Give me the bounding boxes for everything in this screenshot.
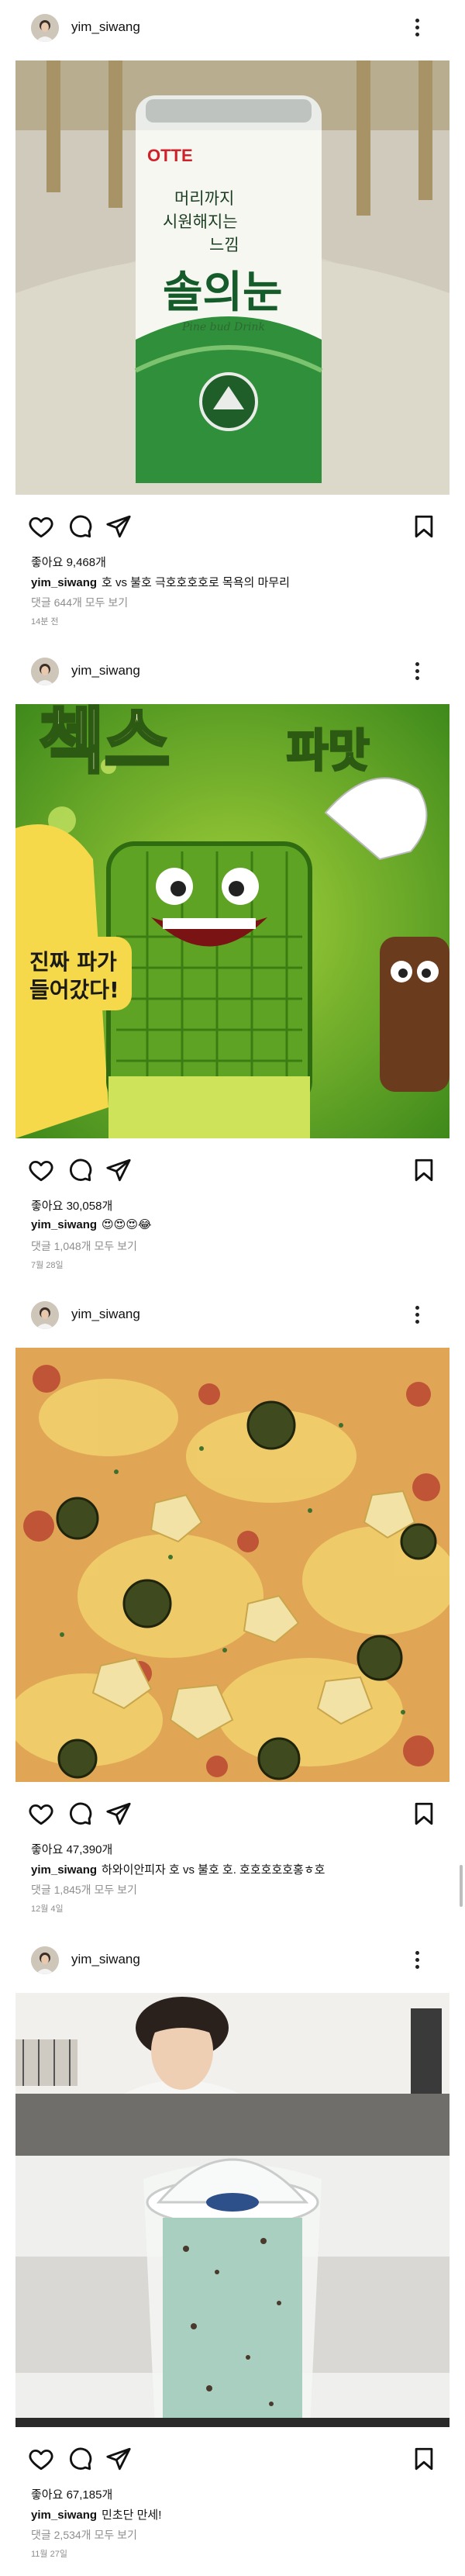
product-subtitle: Pine bud Drink <box>181 321 265 333</box>
action-bar <box>0 2446 465 2480</box>
action-bar <box>0 1157 465 1191</box>
post-image[interactable] <box>16 1348 450 1782</box>
post-1: yim_siwang OTTE 머리까지 시원해지는 느낌 솔의눈 Pine b… <box>0 0 465 651</box>
comment-icon[interactable] <box>67 1801 95 1828</box>
caption-text: 😍😍😍😂 <box>102 1218 152 1231</box>
bookmark-icon[interactable] <box>411 1157 439 1185</box>
username[interactable]: yim_siwang <box>71 1952 140 1967</box>
post-image[interactable]: OTTE 머리까지 시원해지는 느낌 솔의눈 Pine bud Drink <box>16 60 450 495</box>
like-count[interactable]: 좋아요 47,390개 <box>31 1841 112 1857</box>
caption: yim_siwang 하와이안피자 호 vs 불호 호. 호호호호호홍ㅎ호 <box>31 1861 325 1877</box>
cereal-title: 첵스 <box>39 704 170 783</box>
view-comments-link[interactable]: 댓글 1,048개 모두 보기 <box>31 1238 137 1254</box>
caption: yim_siwang 민초단 만세! <box>31 2506 161 2522</box>
username[interactable]: yim_siwang <box>71 663 140 679</box>
bookmark-icon[interactable] <box>411 2446 439 2474</box>
like-count[interactable]: 좋아요 30,058개 <box>31 1197 112 1214</box>
svg-text:시원해지는: 시원해지는 <box>163 212 238 231</box>
post-header: yim_siwang <box>0 644 465 698</box>
post-date: 11월 27일 <box>31 2550 67 2559</box>
post-date: 7월 28일 <box>31 1261 64 1270</box>
heart-icon[interactable] <box>28 2446 56 2474</box>
heart-icon[interactable] <box>28 1157 56 1185</box>
brand-label: OTTE <box>147 146 193 165</box>
post-header: yim_siwang <box>0 1932 465 1987</box>
svg-text:들어갔다!: 들어갔다! <box>29 977 119 1003</box>
share-icon[interactable] <box>105 1157 133 1185</box>
action-bar <box>0 513 465 547</box>
share-icon[interactable] <box>105 1801 133 1828</box>
post-4: yim_siwang 좋아요 67,185개 yim_siwang 민초단 만세… <box>0 1932 465 2576</box>
comment-icon[interactable] <box>67 1157 95 1185</box>
comment-icon[interactable] <box>67 2446 95 2474</box>
caption-text: 민초단 만세! <box>102 2509 162 2522</box>
svg-text:머리까지: 머리까지 <box>174 189 234 208</box>
post-3: yim_siwang 좋아요 47,390개 yim_siwang 하와이안피자… <box>0 1287 465 2329</box>
avatar[interactable] <box>31 1946 59 1974</box>
share-icon[interactable] <box>105 513 133 541</box>
post-image[interactable] <box>16 1993 450 2427</box>
svg-text:솔의눈: 솔의눈 <box>163 268 283 318</box>
post-header: yim_siwang <box>0 0 465 54</box>
caption-username[interactable]: yim_siwang <box>31 2509 97 2522</box>
like-count[interactable]: 좋아요 9,468개 <box>31 554 106 570</box>
caption: yim_siwang 😍😍😍😂 <box>31 1217 152 1231</box>
heart-icon[interactable] <box>28 1801 56 1828</box>
svg-text:진짜 파가: 진짜 파가 <box>29 949 117 975</box>
avatar[interactable] <box>31 658 59 685</box>
post-header: yim_siwang <box>0 1287 465 1342</box>
post-2: yim_siwang 첵스 파맛 진짜 파가 들어갔다! 좋아요 30,058개… <box>0 644 465 1295</box>
post-image[interactable]: 첵스 파맛 진짜 파가 들어갔다! <box>16 704 450 1138</box>
like-count[interactable]: 좋아요 67,185개 <box>31 2486 112 2502</box>
caption-username[interactable]: yim_siwang <box>31 1218 97 1231</box>
svg-text:느낌: 느낌 <box>209 236 239 254</box>
more-icon[interactable] <box>408 1948 426 1971</box>
caption: yim_siwang 호 vs 불호 극호호호호로 목욕의 마무리 <box>31 574 290 590</box>
avatar[interactable] <box>31 14 59 42</box>
more-icon[interactable] <box>408 659 426 682</box>
view-comments-link[interactable]: 댓글 644개 모두 보기 <box>31 595 128 610</box>
caption-username[interactable]: yim_siwang <box>31 1863 97 1877</box>
view-comments-link[interactable]: 댓글 1,845개 모두 보기 <box>31 1882 137 1897</box>
action-bar <box>0 1801 465 2329</box>
share-icon[interactable] <box>105 2446 133 2474</box>
username[interactable]: yim_siwang <box>71 19 140 35</box>
heart-icon[interactable] <box>28 513 56 541</box>
more-icon[interactable] <box>408 16 426 39</box>
username[interactable]: yim_siwang <box>71 1307 140 1322</box>
post-date: 12월 4일 <box>31 1904 64 1914</box>
comment-icon[interactable] <box>67 513 95 541</box>
view-comments-link[interactable]: 댓글 2,534개 모두 보기 <box>31 2527 137 2543</box>
more-icon[interactable] <box>408 1303 426 1326</box>
caption-username[interactable]: yim_siwang <box>31 576 97 589</box>
caption-text: 호 vs 불호 극호호호호로 목욕의 마무리 <box>102 576 290 589</box>
bookmark-icon[interactable] <box>411 1801 439 1828</box>
post-date: 14분 전 <box>31 617 59 627</box>
cereal-subtitle: 파맛 <box>287 724 370 777</box>
avatar[interactable] <box>31 1301 59 1329</box>
caption-text: 하와이안피자 호 vs 불호 호. 호호호호호홍ㅎ호 <box>102 1863 326 1877</box>
bookmark-icon[interactable] <box>411 513 439 541</box>
scrollbar-thumb[interactable] <box>460 1865 463 1907</box>
